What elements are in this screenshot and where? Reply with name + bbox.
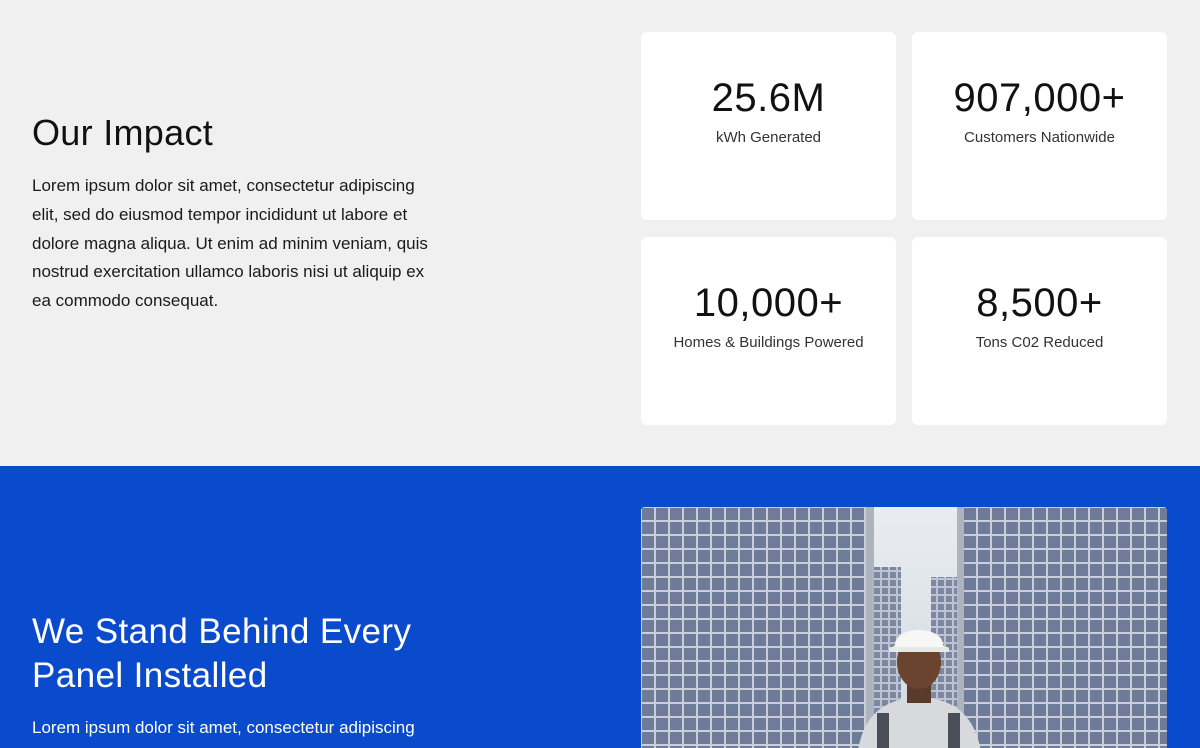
stat-label: Tons C02 Reduced (975, 334, 1104, 351)
impact-description: Lorem ipsum dolor sit amet, consectetur … (32, 176, 428, 311)
stat-value: 25.6M (711, 76, 826, 120)
stat-label: Homes & Buildings Powered (673, 334, 864, 351)
stat-card-customers: 907,000+ Customers Nationwide (912, 32, 1167, 220)
right-panel (963, 507, 1167, 748)
guarantee-title: We Stand Behind Every Panel Installed (32, 612, 412, 695)
left-panel (641, 507, 866, 748)
stat-card-homes: 10,000+ Homes & Buildings Powered (641, 237, 896, 425)
stat-value: 10,000+ (693, 281, 844, 325)
stat-card-co2: 8,500+ Tons C02 Reduced (912, 237, 1167, 425)
guarantee-section: We Stand Behind Every Panel Installed Lo… (0, 466, 1200, 748)
guarantee-description: Lorem ipsum dolor sit amet, consectetur … (32, 718, 415, 737)
stat-card-kwh: 25.6M kWh Generated (641, 32, 896, 220)
stat-label: kWh Generated (715, 129, 822, 146)
stat-label: Customers Nationwide (964, 129, 1115, 146)
solar-worker-photo (641, 507, 1167, 748)
impact-section: Our Impact Lorem ipsum dolor sit amet, c… (0, 0, 1200, 466)
stat-value: 8,500+ (976, 281, 1103, 325)
stat-value: 907,000+ (953, 76, 1126, 120)
impact-title: Our Impact (32, 112, 214, 153)
solar-panels-illustration (641, 507, 1167, 748)
